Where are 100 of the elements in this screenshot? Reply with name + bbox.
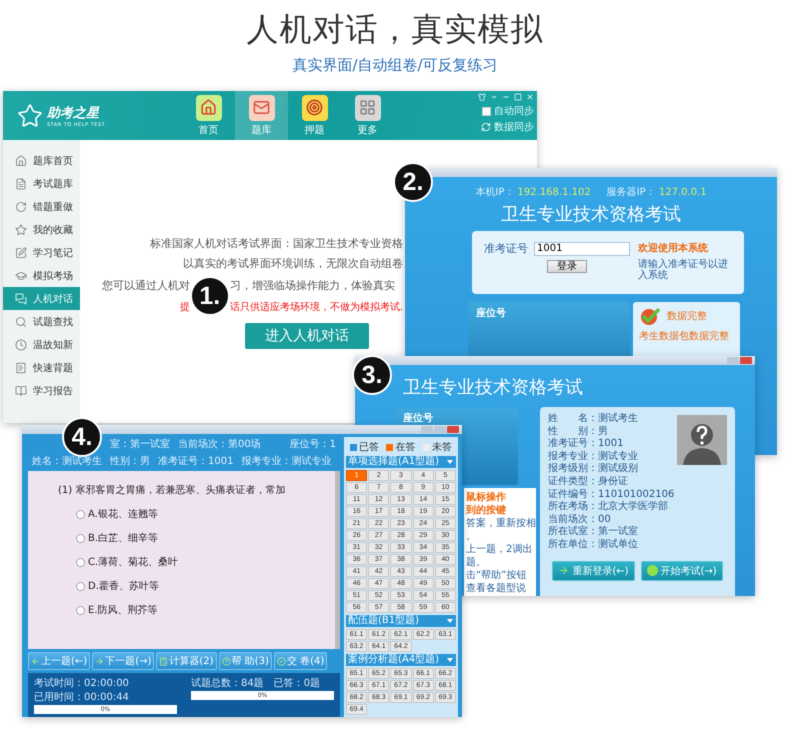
sidebar-item[interactable]: 题库首页 [3, 149, 80, 172]
answer-option[interactable]: D.藿香、苏叶等 [58, 579, 335, 593]
status-title: 数据完整 [667, 310, 707, 323]
info-field: 所在试室：第一试室 [548, 526, 674, 539]
collapse-icon [447, 658, 453, 662]
clock-icon [15, 338, 27, 350]
auto-sync-label: 自动同步 [494, 104, 534, 118]
dot-icon [646, 565, 658, 576]
status-text: 试题总数：84题 [191, 676, 264, 690]
notice-text: 话只供适应考场环境，不做为模拟考试. [230, 300, 403, 314]
answer-option[interactable]: B.白芷、细辛等 [58, 531, 335, 545]
ip-value: 192.168.1.102 [518, 187, 591, 198]
exam-info-text: 室：第一试室 [110, 438, 170, 451]
step-badge: 1. [190, 276, 230, 316]
status-text: 考试时间：02:00:00 [34, 676, 129, 690]
arrow-right-icon [558, 565, 570, 576]
sidebar-item[interactable]: 模拟考场 [3, 264, 80, 287]
checkbox[interactable] [482, 106, 491, 116]
option-text: C.薄荷、菊花、桑叶 [88, 556, 178, 569]
sidebar-item[interactable]: 快速背题 [3, 356, 80, 379]
sidebar-item[interactable]: 考试题库 [3, 172, 80, 195]
exam-info-text: 报考专业：测试专业 [241, 454, 332, 468]
sidebar-item[interactable]: 温故知新 [3, 333, 80, 356]
exam-info-text: 座位号：1 [290, 438, 336, 451]
document-icon [15, 178, 27, 190]
calculator-icon [159, 656, 168, 666]
legend-label: 在答 [395, 441, 416, 454]
note-text: 到的按键 [466, 505, 507, 517]
exam-info-text: 当前场次：第00场 [178, 438, 261, 451]
dropdown-icon[interactable] [490, 93, 498, 101]
radio-button[interactable] [76, 534, 85, 542]
intro-text: 以真实的考试界面环境训练，无限次自动组卷 [183, 256, 403, 271]
intro-text: 习，增强临场操作能力，体验真实 [230, 278, 396, 294]
radio-button[interactable] [76, 606, 85, 614]
exam-title: 卫生专业技术资格考试 [403, 376, 583, 399]
radio-button[interactable] [76, 582, 85, 590]
status-text: 已答：0题 [274, 677, 320, 690]
house-icon [196, 94, 222, 120]
receipt-icon [15, 362, 27, 374]
info-field: 报考专业：测试专业 [548, 450, 674, 464]
note-text: 鼠标操作 [466, 492, 507, 504]
sidebar-item[interactable]: 错题重做 [3, 195, 80, 218]
question-text: (1) 寒邪客胃之胃痛，若兼恶寒、头痛表证者，常加 [58, 484, 286, 497]
answer-option[interactable]: C.薄荷、菊花、桑叶 [58, 555, 335, 569]
info-field: 所在考场：北京大学医学部 [548, 501, 674, 514]
maximize-icon[interactable] [514, 93, 522, 101]
close-button[interactable] [740, 357, 752, 364]
notice-text: 提 [178, 300, 190, 314]
envelope-icon [248, 94, 274, 120]
note-text: 查看各题型说 [466, 583, 527, 595]
close-icon[interactable] [526, 93, 534, 101]
radio-button[interactable] [76, 558, 85, 566]
login-button[interactable]: 登录 [547, 260, 587, 273]
sync-icon[interactable] [481, 122, 491, 132]
exam-title: 卫生专业技术资格考试 [501, 203, 681, 226]
info-field: 报考级别：测试级别 [548, 463, 674, 476]
option-text: D.藿香、苏叶等 [88, 580, 159, 593]
star-logo-icon [17, 102, 43, 128]
sidebar-item[interactable]: 我的收藏 [3, 218, 80, 241]
field-label: 准考证号 [484, 241, 528, 256]
check-circle-icon [276, 656, 286, 666]
sidebar-item[interactable]: 试题查找 [3, 310, 80, 333]
note-text: 题。 [466, 557, 487, 569]
legend-label: 已答 [358, 441, 379, 454]
exam-info-text: 性别：男 [110, 454, 150, 468]
refresh-icon [15, 200, 27, 212]
info-field: 姓 名：测试考生 [548, 413, 674, 426]
answer-option[interactable]: A.银花、连翘等 [58, 507, 335, 521]
logo-name: 助考之星 [47, 104, 100, 122]
server-ip-value: 127.0.0.1 [658, 187, 707, 198]
note-text: 击“帮助”按钮 [466, 570, 528, 582]
graduation-cap-icon [15, 270, 27, 282]
input-field[interactable]: 1001 [534, 242, 630, 256]
legend-label: 未答 [432, 440, 452, 454]
seat-label: 座位号 [403, 411, 434, 425]
option-text: E.防风、荆芥等 [88, 604, 158, 617]
unknown-person-icon [677, 415, 727, 465]
option-text: A.银花、连翘等 [88, 508, 158, 521]
radio-button[interactable] [76, 510, 85, 518]
close-button[interactable] [447, 426, 459, 433]
collapse-icon [447, 460, 453, 464]
page-title: 人机对话，真实模拟 [246, 9, 544, 50]
intro-text: 标准国家人机对话考试界面：国家卫生技术专业资格 [150, 236, 403, 251]
check-icon [639, 306, 661, 326]
status-text: 已用时间：00:00:44 [34, 690, 129, 704]
arrow-right-icon [95, 656, 104, 666]
note-text: 上一题，2调出 [466, 544, 534, 556]
info-field: 证件编号：110101002106 [548, 488, 674, 502]
exam-info-text: 准考证号：1001 [158, 454, 234, 468]
house-icon [15, 154, 27, 166]
info-field: 所在单位：测试单位 [548, 538, 674, 552]
shirt-icon[interactable] [478, 93, 486, 101]
sidebar-item[interactable]: 学习报告 [3, 379, 80, 402]
status-text: 考生数据包数据完整 [639, 330, 730, 343]
arrow-left-icon [31, 656, 40, 666]
target-icon [302, 94, 328, 120]
exam-info-text: 姓名：测试考生 [32, 454, 102, 468]
sidebar-item[interactable]: 学习笔记 [3, 241, 80, 264]
answer-option[interactable]: E.防风、荆芥等 [58, 603, 335, 617]
info-field: 性 别：男 [548, 426, 674, 438]
